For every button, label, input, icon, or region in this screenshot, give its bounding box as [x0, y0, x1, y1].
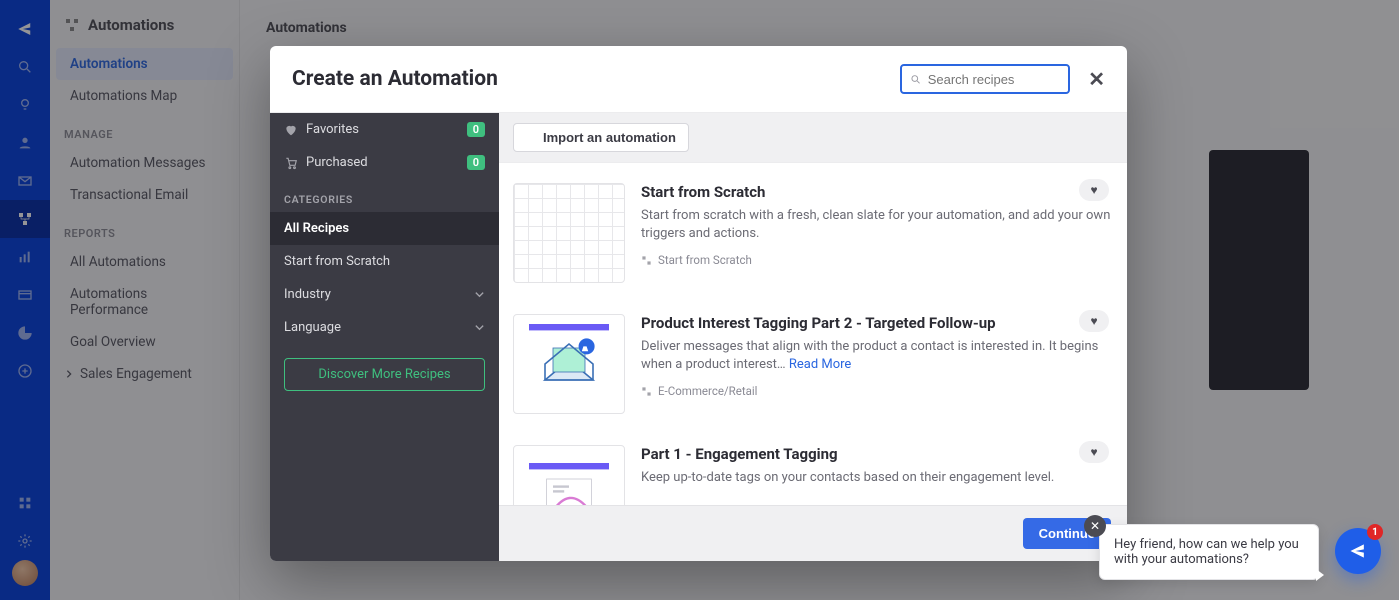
recipe-category: Start from Scratch: [641, 253, 1113, 267]
category-start-from-scratch[interactable]: Start from Scratch: [270, 245, 499, 278]
recipe-desc: Deliver messages that align with the pro…: [641, 338, 1113, 374]
flow-icon: [641, 255, 652, 266]
modal-left-panel: Favorites 0 Purchased 0 CATEGORIES All R…: [270, 113, 499, 561]
discover-more-recipes-button[interactable]: Discover More Recipes: [284, 358, 485, 391]
chat-close-button[interactable]: ✕: [1084, 515, 1106, 537]
category-industry[interactable]: Industry: [270, 278, 499, 311]
recipe-row[interactable]: Product Interest Tagging Part 2 - Target…: [513, 308, 1113, 439]
recipe-category: E-Commerce/Retail: [641, 384, 1113, 398]
recipe-desc: Keep up-to-date tags on your contacts ba…: [641, 469, 1113, 487]
recipe-title: Part 1 - Engagement Tagging: [641, 445, 1113, 463]
modal-header: Create an Automation ✕: [270, 46, 1127, 113]
search-recipes-input[interactable]: [928, 72, 1061, 87]
recipe-row[interactable]: Start from Scratch Start from scratch wi…: [513, 177, 1113, 308]
flow-icon: [641, 386, 652, 397]
purchased-row[interactable]: Purchased 0: [270, 146, 499, 179]
chevron-down-icon: [474, 322, 485, 333]
search-icon: [910, 73, 921, 86]
recipe-row[interactable]: Part 1 - Engagement Tagging Keep up-to-d…: [513, 439, 1113, 505]
recipe-thumb-envelope: [513, 314, 625, 414]
favorite-button[interactable]: ♥: [1079, 179, 1109, 201]
create-automation-modal: Create an Automation ✕ Favorites 0 Purch…: [270, 46, 1127, 561]
category-language[interactable]: Language: [270, 311, 499, 344]
favorite-button[interactable]: ♥: [1079, 441, 1109, 463]
heart-icon: [284, 123, 298, 137]
close-modal-button[interactable]: ✕: [1088, 67, 1105, 91]
chat-message: Hey friend, how can we help you with you…: [1114, 537, 1299, 567]
recipe-thumb-grid: [513, 183, 625, 283]
send-icon: [1348, 541, 1368, 561]
download-icon: [526, 132, 537, 143]
categories-heading: CATEGORIES: [270, 179, 499, 212]
search-recipes-input-wrapper[interactable]: [900, 64, 1070, 94]
read-more-link[interactable]: Read More: [789, 357, 851, 372]
recipe-thumb-engage: [513, 445, 625, 505]
chat-fab-button[interactable]: 1: [1335, 528, 1381, 574]
recipe-title: Start from Scratch: [641, 183, 1113, 201]
modal-footer: Continue: [499, 505, 1127, 561]
category-all-recipes[interactable]: All Recipes: [270, 212, 499, 245]
recipe-list[interactable]: Start from Scratch Start from scratch wi…: [499, 162, 1127, 505]
purchased-count: 0: [467, 155, 485, 170]
favorites-row[interactable]: Favorites 0: [270, 113, 499, 146]
favorite-button[interactable]: ♥: [1079, 310, 1109, 332]
modal-title: Create an Automation: [292, 67, 498, 91]
favorites-count: 0: [467, 122, 485, 137]
cart-icon: [284, 156, 298, 170]
chat-badge: 1: [1367, 524, 1383, 540]
modal-right-panel: Import an automation Start from Scratch …: [499, 113, 1127, 561]
chevron-down-icon: [474, 289, 485, 300]
import-automation-button[interactable]: Import an automation: [513, 123, 689, 152]
recipe-title: Product Interest Tagging Part 2 - Target…: [641, 314, 1113, 332]
recipe-desc: Start from scratch with a fresh, clean s…: [641, 207, 1113, 243]
chat-bubble: ✕ Hey friend, how can we help you with y…: [1099, 524, 1319, 580]
